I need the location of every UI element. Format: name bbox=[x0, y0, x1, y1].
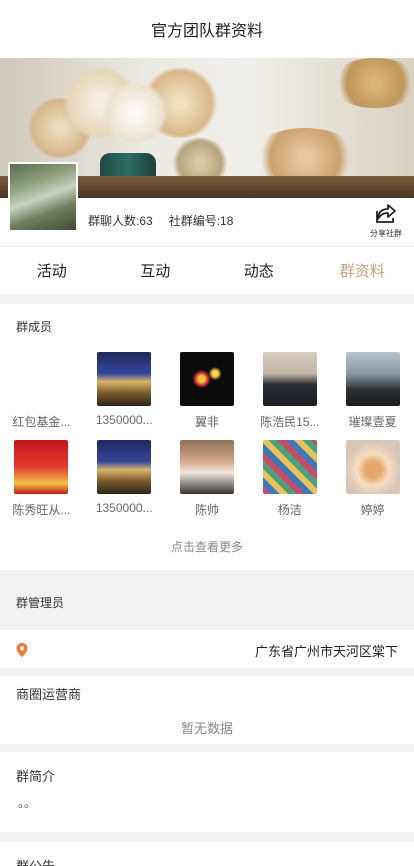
member-item[interactable]: 翼非 bbox=[166, 352, 249, 440]
member-item[interactable]: 1350000... bbox=[83, 352, 166, 440]
group-notice-section: 群公告 bbox=[0, 842, 414, 866]
group-id: 社群编号:18 bbox=[168, 214, 234, 228]
member-count: 群聊人数:63 bbox=[88, 214, 153, 228]
member-item[interactable]: 陈帅 bbox=[166, 440, 249, 528]
intro-text: 。。 bbox=[18, 796, 37, 810]
address-text: 广东省广州市天河区棠下 bbox=[254, 644, 398, 659]
member-item[interactable]: 璀璨壹夏 bbox=[331, 352, 414, 440]
member-item[interactable]: 陈浩民15... bbox=[248, 352, 331, 440]
avatar bbox=[179, 352, 234, 406]
tab-group-info[interactable]: 群资料 bbox=[311, 247, 414, 294]
group-avatar bbox=[8, 162, 78, 232]
avatar bbox=[262, 352, 317, 406]
view-more-link[interactable]: 点击查看更多 bbox=[0, 538, 414, 555]
tab-bar: 活动 互动 动态 群资料 bbox=[0, 246, 414, 294]
avatar bbox=[97, 440, 152, 494]
tab-activities[interactable]: 活动 bbox=[0, 247, 104, 294]
location-pin-icon bbox=[16, 643, 28, 657]
member-item[interactable]: 杨洁 bbox=[248, 440, 331, 528]
avatar bbox=[179, 440, 234, 494]
avatar bbox=[14, 440, 69, 494]
tab-interaction[interactable]: 互动 bbox=[104, 247, 208, 294]
address-row[interactable]: 广东省广州市天河区棠下 bbox=[0, 630, 414, 668]
section-title-members: 群成员 bbox=[16, 320, 53, 334]
page-title: 官方团队群资料 bbox=[0, 0, 414, 58]
avatar bbox=[14, 352, 68, 406]
section-title-intro: 群简介 bbox=[16, 769, 56, 784]
members-section: 群成员 红包基金... 1350000... 翼非 陈浩民15... 璀璨壹夏 … bbox=[0, 304, 414, 570]
member-item[interactable]: 1350000... bbox=[83, 440, 166, 528]
avatar bbox=[262, 440, 317, 494]
member-item[interactable]: 婷婷 bbox=[331, 440, 414, 528]
avatar bbox=[345, 440, 400, 494]
section-title-admins: 群管理员 bbox=[16, 596, 65, 610]
empty-state-text: 暂无数据 bbox=[180, 721, 233, 736]
share-group-button[interactable]: 分享社群 bbox=[368, 202, 404, 239]
section-title-business: 商圈运营商 bbox=[16, 687, 82, 702]
tab-feed[interactable]: 动态 bbox=[207, 247, 311, 294]
business-operator-section: 商圈运营商 暂无数据 bbox=[0, 676, 414, 744]
section-title-notice: 群公告 bbox=[16, 856, 55, 866]
avatar bbox=[345, 352, 400, 406]
member-item[interactable]: 红包基金... bbox=[0, 352, 83, 440]
avatar bbox=[97, 352, 152, 406]
share-icon bbox=[376, 204, 396, 223]
member-item[interactable]: 陈秀旺从... bbox=[0, 440, 83, 528]
group-intro-section: 群简介 。。 bbox=[0, 752, 414, 832]
share-label: 分享社群 bbox=[370, 229, 402, 238]
admins-section-header: 群管理员 bbox=[0, 576, 414, 624]
